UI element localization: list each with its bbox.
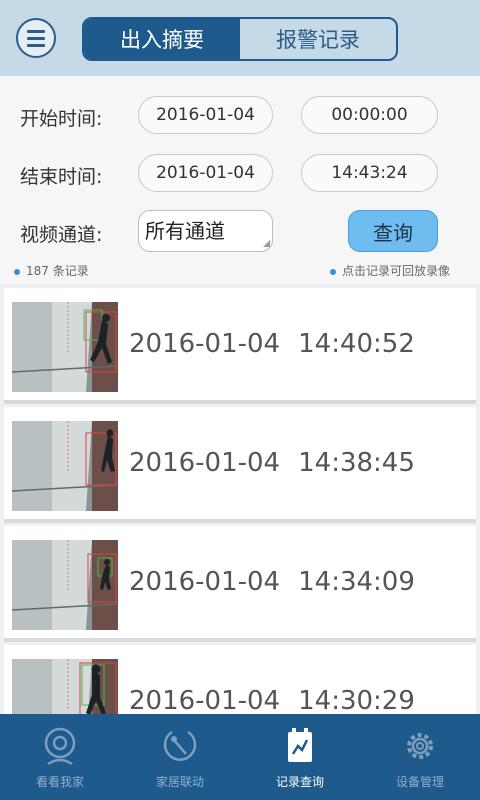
record-row[interactable]: 2016-01-04 14:38:45 [4, 407, 476, 523]
record-count-text: 187 条记录 [26, 264, 89, 278]
start-time-field[interactable]: 00:00:00 [301, 96, 438, 134]
nav-item-watch-home[interactable]: 看看我家 [0, 714, 120, 800]
menu-icon-bar [27, 44, 45, 47]
camera-icon [44, 727, 76, 766]
nav-item-record-query[interactable]: 记录查询 [240, 714, 360, 800]
record-date: 2016-01-04 [129, 448, 281, 478]
record-row[interactable]: 2016-01-04 14:40:52 [4, 288, 476, 404]
snapshot-thumbnail [12, 421, 118, 511]
nav-label: 设备管理 [395, 775, 444, 789]
tab-alarm-records[interactable]: 报警记录 [240, 19, 396, 59]
linkage-icon [163, 730, 197, 761]
menu-button[interactable] [16, 18, 56, 58]
segment-tabs: 出入摘要 报警记录 [82, 17, 398, 61]
record-timestamp: 2016-01-04 14:38:45 [129, 407, 415, 519]
nav-label: 记录查询 [275, 775, 324, 789]
record-list[interactable]: 2016-01-04 14:40:52 2016-01-04 14:38:45 [0, 288, 480, 714]
record-row[interactable]: 2016-01-04 14:30:29 [4, 645, 476, 714]
nav-label: 家居联动 [155, 775, 204, 789]
nav-item-device-management[interactable]: 设备管理 [360, 714, 480, 800]
dropdown-corner-icon [263, 240, 270, 247]
record-date: 2016-01-04 [129, 329, 281, 359]
bullet-icon [14, 268, 20, 275]
record-row[interactable]: 2016-01-04 14:34:09 [4, 526, 476, 642]
record-time: 14:40:52 [298, 329, 415, 359]
channel-label: 视频通道: [20, 224, 103, 246]
filter-panel: 开始时间: 2016-01-04 00:00:00 结束时间: 2016-01-… [0, 76, 480, 284]
menu-icon-bar [27, 30, 45, 33]
query-button[interactable]: 查询 [348, 210, 438, 252]
record-query-icon [288, 728, 312, 762]
record-date: 2016-01-04 [129, 686, 281, 714]
record-timestamp: 2016-01-04 14:34:09 [129, 526, 415, 638]
start-time-label: 开始时间: [20, 108, 103, 130]
record-time: 14:38:45 [298, 448, 415, 478]
gear-icon [407, 733, 433, 759]
top-header: 出入摘要 报警记录 [0, 0, 480, 76]
nav-label: 看看我家 [35, 775, 84, 789]
end-date-field[interactable]: 2016-01-04 [138, 154, 273, 192]
start-date-field[interactable]: 2016-01-04 [138, 96, 273, 134]
snapshot-thumbnail [12, 659, 118, 714]
end-time-field[interactable]: 14:43:24 [301, 154, 438, 192]
record-timestamp: 2016-01-04 14:30:29 [129, 645, 415, 714]
channel-select[interactable]: 所有通道 [138, 210, 273, 252]
record-count: 187 条记录 [14, 262, 89, 279]
bottom-nav: 看看我家 家居联动 记录查询 设备管理 [0, 714, 480, 800]
playback-hint: 点击记录可回放录像 [330, 262, 450, 279]
playback-hint-text: 点击记录可回放录像 [342, 264, 451, 278]
record-date: 2016-01-04 [129, 567, 281, 597]
snapshot-thumbnail [12, 540, 118, 630]
record-time: 14:30:29 [298, 686, 415, 714]
tab-entry-summary[interactable]: 出入摘要 [84, 19, 240, 59]
record-time: 14:34:09 [298, 567, 415, 597]
channel-select-value: 所有通道 [145, 219, 225, 243]
menu-icon-bar [27, 37, 45, 40]
record-timestamp: 2016-01-04 14:40:52 [129, 288, 415, 400]
snapshot-thumbnail [12, 302, 118, 392]
bullet-icon [330, 268, 336, 275]
nav-item-home-linkage[interactable]: 家居联动 [120, 714, 240, 800]
end-time-label: 结束时间: [20, 166, 103, 188]
